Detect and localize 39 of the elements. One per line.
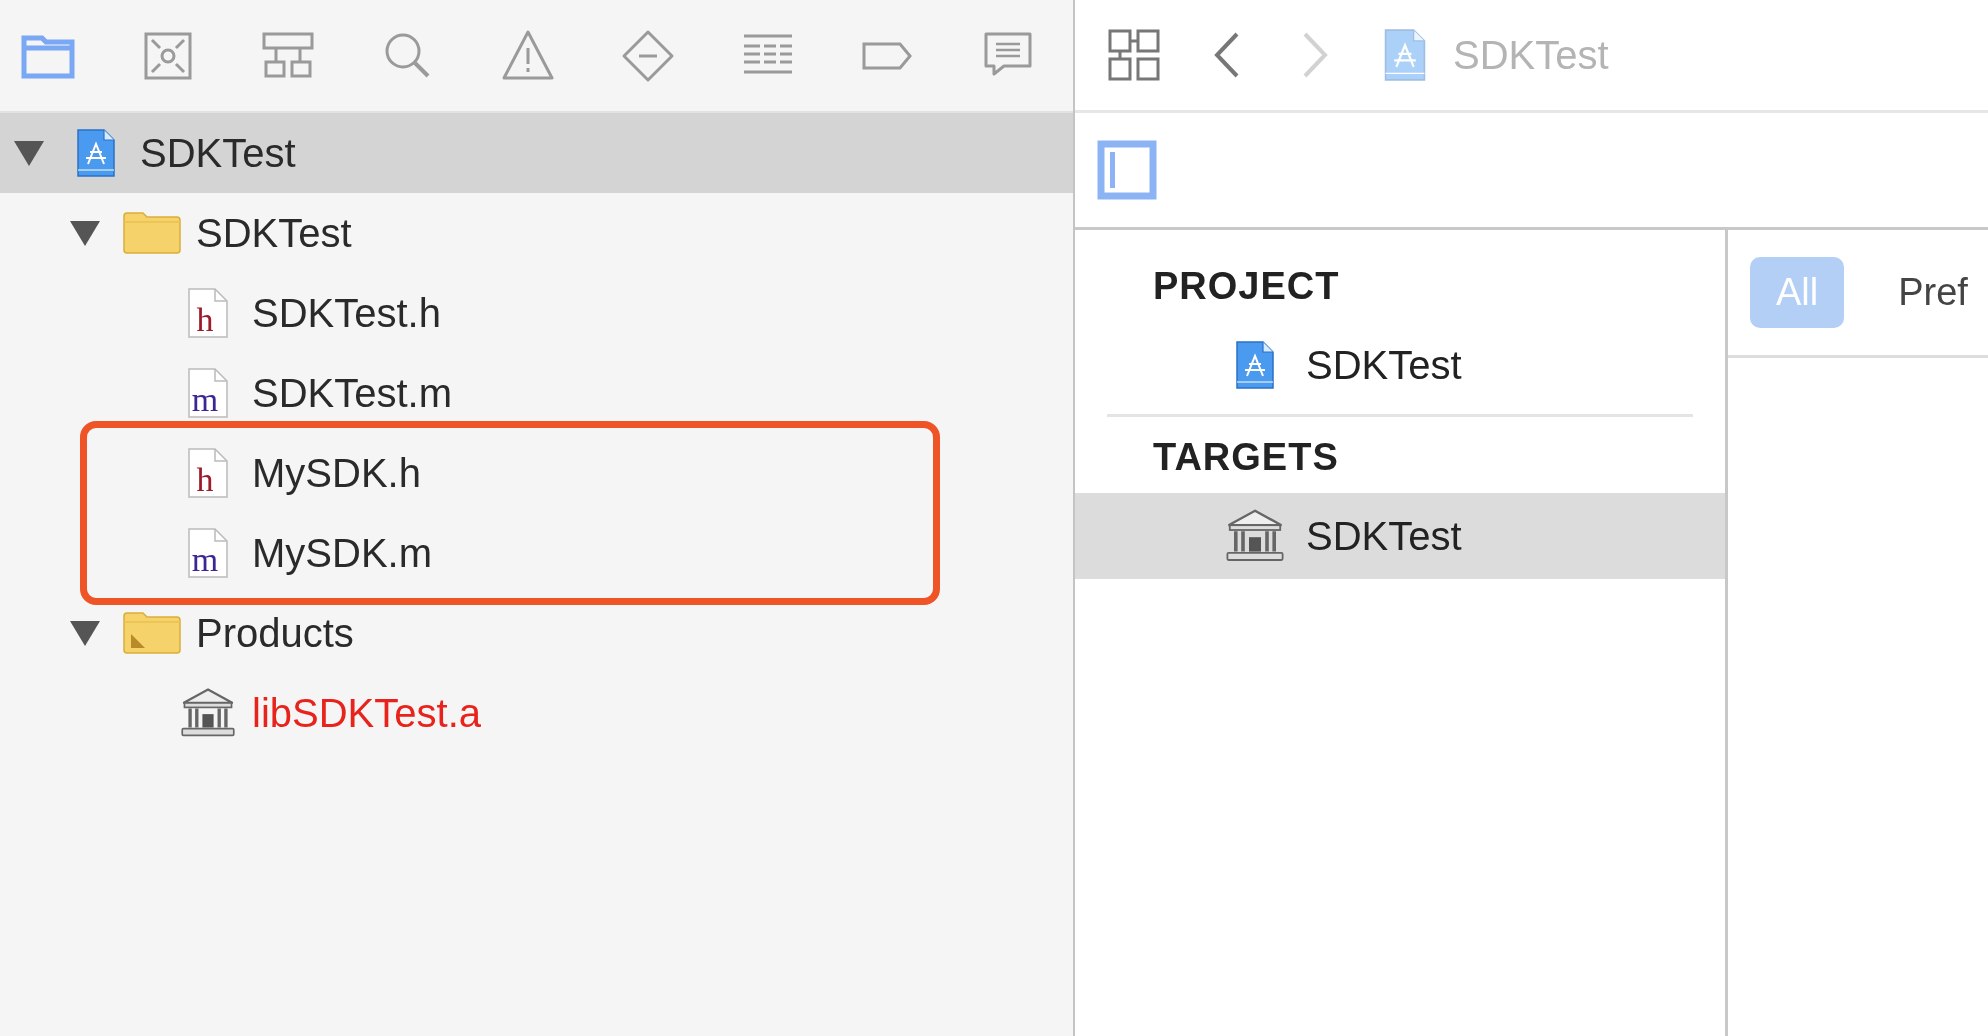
- file-icon: m: [187, 527, 229, 579]
- project-file-icon: [76, 128, 116, 178]
- file-name: SDKTest.h: [252, 290, 441, 336]
- tree-row[interactable]: h SDKTest.h: [0, 273, 1073, 353]
- list-row[interactable]: SDKTest: [1075, 322, 1725, 408]
- project-file-icon: [1235, 339, 1275, 391]
- file-name: MySDK.h: [252, 450, 421, 496]
- tree-row[interactable]: m MySDK.m: [0, 513, 1073, 593]
- disclosure-triangle-icon[interactable]: [68, 618, 102, 648]
- file-name: libSDKTest.a: [252, 690, 481, 736]
- tree-row[interactable]: h MySDK.h: [0, 433, 1073, 513]
- grid-icon[interactable]: [1107, 28, 1161, 82]
- file-icon: h: [187, 447, 229, 499]
- tree-row[interactable]: Products: [0, 593, 1073, 673]
- file-name: MySDK.m: [252, 530, 432, 576]
- disclosure-triangle-icon[interactable]: [68, 218, 102, 248]
- tree-row[interactable]: SDKTest: [0, 193, 1073, 273]
- section-header: PROJECT: [1152, 263, 1341, 309]
- filter-tab[interactable]: Pref: [1880, 257, 1986, 328]
- item-name: SDKTest: [1306, 513, 1462, 559]
- tree-row[interactable]: SDKTest: [0, 113, 1073, 193]
- tree-row[interactable]: libSDKTest.a: [0, 673, 1073, 753]
- building-icon: [180, 687, 236, 739]
- file-name: Products: [196, 610, 354, 656]
- file-name: SDKTest: [196, 210, 352, 256]
- folder-icon: [123, 612, 181, 654]
- list-row[interactable]: SDKTest: [1075, 493, 1725, 579]
- file-icon: m: [187, 367, 229, 419]
- building-icon: [1225, 508, 1285, 564]
- section-header: TARGETS: [1152, 434, 1340, 480]
- file-name: SDKTest.m: [252, 370, 453, 416]
- file-icon: h: [187, 287, 229, 339]
- folder-icon: [123, 212, 181, 254]
- tree-row[interactable]: m SDKTest.m: [0, 353, 1073, 433]
- item-name: SDKTest: [1306, 342, 1462, 388]
- file-name: SDKTest: [140, 130, 296, 176]
- disclosure-triangle-icon[interactable]: [12, 138, 46, 168]
- sidebar-toggle-icon[interactable]: [1097, 140, 1157, 200]
- project-file-icon: [1383, 28, 1427, 82]
